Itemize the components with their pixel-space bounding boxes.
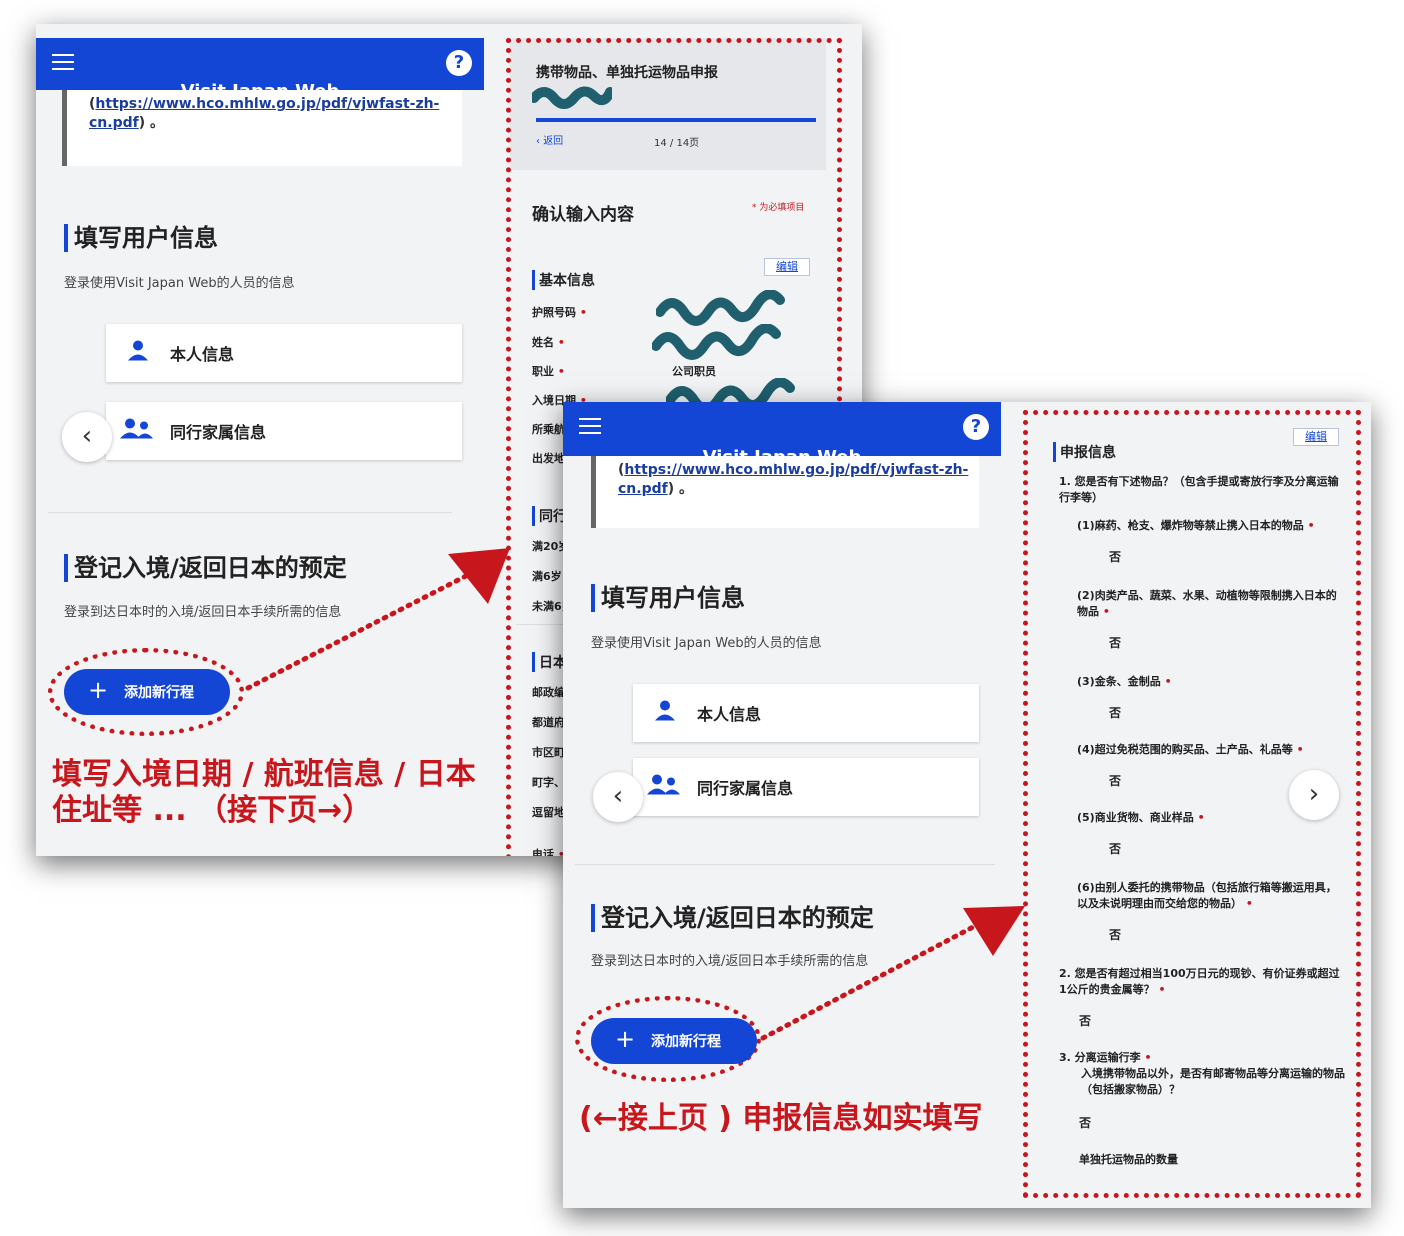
annotation-arrow [760, 906, 1025, 1041]
screenshot-card-2: (https://www.hco.mhlw.go.jp/pdf/vjwfast-… [563, 402, 1371, 1208]
